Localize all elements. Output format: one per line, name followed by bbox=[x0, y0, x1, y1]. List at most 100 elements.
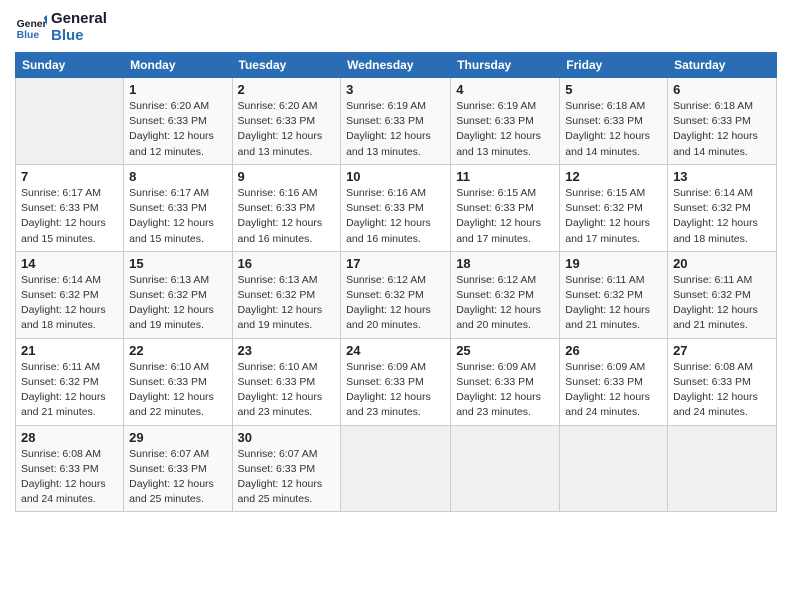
day-number: 15 bbox=[129, 256, 226, 271]
day-cell: 1 Sunrise: 6:20 AM Sunset: 6:33 PM Daylig… bbox=[124, 78, 232, 165]
logo: General Blue General Blue bbox=[15, 10, 107, 44]
day-info: Sunrise: 6:09 AM Sunset: 6:33 PM Dayligh… bbox=[565, 360, 662, 421]
day-cell: 9 Sunrise: 6:16 AM Sunset: 6:33 PM Daylig… bbox=[232, 164, 341, 251]
week-row-5: 28Sunrise: 6:08 AM Sunset: 6:33 PM Dayli… bbox=[16, 425, 777, 512]
svg-text:General: General bbox=[17, 19, 47, 30]
week-row-3: 14 Sunrise: 6:14 AM Sunset: 6:32 PM Dayli… bbox=[16, 251, 777, 338]
day-info: Sunrise: 6:09 AM Sunset: 6:33 PM Dayligh… bbox=[456, 360, 554, 421]
day-cell bbox=[16, 78, 124, 165]
day-info: Sunrise: 6:14 AM Sunset: 6:32 PM Dayligh… bbox=[673, 186, 771, 247]
day-number: 24 bbox=[346, 343, 445, 358]
day-number: 6 bbox=[673, 82, 771, 97]
day-info: Sunrise: 6:11 AM Sunset: 6:32 PM Dayligh… bbox=[565, 273, 662, 334]
day-cell: 17 Sunrise: 6:12 AM Sunset: 6:32 PM Dayli… bbox=[341, 251, 451, 338]
day-number: 8 bbox=[129, 169, 226, 184]
day-info: Sunrise: 6:17 AM Sunset: 6:33 PM Dayligh… bbox=[129, 186, 226, 247]
day-cell: 30 Sunrise: 6:07 AM Sunset: 6:33 PM Dayli… bbox=[232, 425, 341, 512]
day-info: Sunrise: 6:12 AM Sunset: 6:32 PM Dayligh… bbox=[456, 273, 554, 334]
day-number: 23 bbox=[238, 343, 336, 358]
day-number: 10 bbox=[346, 169, 445, 184]
day-info: Sunrise: 6:12 AM Sunset: 6:32 PM Dayligh… bbox=[346, 273, 445, 334]
day-cell: 7 Sunrise: 6:17 AM Sunset: 6:33 PM Daylig… bbox=[16, 164, 124, 251]
day-info: Sunrise: 6:18 AM Sunset: 6:33 PM Dayligh… bbox=[673, 99, 771, 160]
day-number: 11 bbox=[456, 169, 554, 184]
day-info: Sunrise: 6:17 AM Sunset: 6:33 PM Dayligh… bbox=[21, 186, 118, 247]
day-number: 29 bbox=[129, 430, 226, 445]
day-number: 12 bbox=[565, 169, 662, 184]
day-cell: 18 Sunrise: 6:12 AM Sunset: 6:32 PM Dayli… bbox=[451, 251, 560, 338]
day-info: Sunrise: 6:10 AM Sunset: 6:33 PM Dayligh… bbox=[238, 360, 336, 421]
day-cell bbox=[451, 425, 560, 512]
day-cell: 4Sunrise: 6:19 AM Sunset: 6:33 PM Daylig… bbox=[451, 78, 560, 165]
day-number: 14 bbox=[21, 256, 118, 271]
day-number: 25 bbox=[456, 343, 554, 358]
day-cell: 29 Sunrise: 6:07 AM Sunset: 6:33 PM Dayli… bbox=[124, 425, 232, 512]
day-info: Sunrise: 6:15 AM Sunset: 6:32 PM Dayligh… bbox=[565, 186, 662, 247]
day-number: 5 bbox=[565, 82, 662, 97]
day-info: Sunrise: 6:13 AM Sunset: 6:32 PM Dayligh… bbox=[129, 273, 226, 334]
logo-general: General bbox=[51, 10, 107, 27]
day-info: Sunrise: 6:13 AM Sunset: 6:32 PM Dayligh… bbox=[238, 273, 336, 334]
header-row: SundayMondayTuesdayWednesdayThursdayFrid… bbox=[16, 53, 777, 78]
day-info: Sunrise: 6:15 AM Sunset: 6:33 PM Dayligh… bbox=[456, 186, 554, 247]
day-number: 9 bbox=[238, 169, 336, 184]
day-number: 18 bbox=[456, 256, 554, 271]
day-cell: 25 Sunrise: 6:09 AM Sunset: 6:33 PM Dayli… bbox=[451, 338, 560, 425]
header-friday: Friday bbox=[560, 53, 668, 78]
header-tuesday: Tuesday bbox=[232, 53, 341, 78]
day-info: Sunrise: 6:19 AM Sunset: 6:33 PM Dayligh… bbox=[456, 99, 554, 160]
day-info: Sunrise: 6:07 AM Sunset: 6:33 PM Dayligh… bbox=[238, 447, 336, 508]
day-info: Sunrise: 6:11 AM Sunset: 6:32 PM Dayligh… bbox=[673, 273, 771, 334]
week-row-2: 7 Sunrise: 6:17 AM Sunset: 6:33 PM Daylig… bbox=[16, 164, 777, 251]
logo-icon: General Blue bbox=[15, 11, 47, 43]
day-number: 7 bbox=[21, 169, 118, 184]
day-cell: 21Sunrise: 6:11 AM Sunset: 6:32 PM Dayli… bbox=[16, 338, 124, 425]
day-cell: 24Sunrise: 6:09 AM Sunset: 6:33 PM Dayli… bbox=[341, 338, 451, 425]
day-number: 22 bbox=[129, 343, 226, 358]
week-row-1: 1 Sunrise: 6:20 AM Sunset: 6:33 PM Daylig… bbox=[16, 78, 777, 165]
day-cell: 26 Sunrise: 6:09 AM Sunset: 6:33 PM Dayli… bbox=[560, 338, 668, 425]
day-info: Sunrise: 6:08 AM Sunset: 6:33 PM Dayligh… bbox=[21, 447, 118, 508]
day-cell: 3Sunrise: 6:19 AM Sunset: 6:33 PM Daylig… bbox=[341, 78, 451, 165]
day-number: 16 bbox=[238, 256, 336, 271]
day-cell: 13 Sunrise: 6:14 AM Sunset: 6:32 PM Dayli… bbox=[668, 164, 777, 251]
day-number: 17 bbox=[346, 256, 445, 271]
day-info: Sunrise: 6:10 AM Sunset: 6:33 PM Dayligh… bbox=[129, 360, 226, 421]
day-cell: 6 Sunrise: 6:18 AM Sunset: 6:33 PM Daylig… bbox=[668, 78, 777, 165]
day-cell: 2Sunrise: 6:20 AM Sunset: 6:33 PM Daylig… bbox=[232, 78, 341, 165]
day-info: Sunrise: 6:18 AM Sunset: 6:33 PM Dayligh… bbox=[565, 99, 662, 160]
day-cell: 14 Sunrise: 6:14 AM Sunset: 6:32 PM Dayli… bbox=[16, 251, 124, 338]
day-number: 26 bbox=[565, 343, 662, 358]
day-info: Sunrise: 6:08 AM Sunset: 6:33 PM Dayligh… bbox=[673, 360, 771, 421]
day-info: Sunrise: 6:07 AM Sunset: 6:33 PM Dayligh… bbox=[129, 447, 226, 508]
header-thursday: Thursday bbox=[451, 53, 560, 78]
day-cell bbox=[668, 425, 777, 512]
day-info: Sunrise: 6:16 AM Sunset: 6:33 PM Dayligh… bbox=[238, 186, 336, 247]
day-cell: 16 Sunrise: 6:13 AM Sunset: 6:32 PM Dayli… bbox=[232, 251, 341, 338]
header-saturday: Saturday bbox=[668, 53, 777, 78]
calendar-table: SundayMondayTuesdayWednesdayThursdayFrid… bbox=[15, 52, 777, 512]
day-info: Sunrise: 6:20 AM Sunset: 6:33 PM Dayligh… bbox=[129, 99, 226, 160]
header-wednesday: Wednesday bbox=[341, 53, 451, 78]
day-number: 30 bbox=[238, 430, 336, 445]
day-cell: 12 Sunrise: 6:15 AM Sunset: 6:32 PM Dayli… bbox=[560, 164, 668, 251]
day-cell bbox=[560, 425, 668, 512]
day-info: Sunrise: 6:11 AM Sunset: 6:32 PM Dayligh… bbox=[21, 360, 118, 421]
day-number: 27 bbox=[673, 343, 771, 358]
day-info: Sunrise: 6:20 AM Sunset: 6:33 PM Dayligh… bbox=[238, 99, 336, 160]
week-row-4: 21Sunrise: 6:11 AM Sunset: 6:32 PM Dayli… bbox=[16, 338, 777, 425]
day-cell: 27 Sunrise: 6:08 AM Sunset: 6:33 PM Dayli… bbox=[668, 338, 777, 425]
header-monday: Monday bbox=[124, 53, 232, 78]
header: General Blue General Blue bbox=[15, 10, 777, 44]
day-number: 13 bbox=[673, 169, 771, 184]
day-info: Sunrise: 6:16 AM Sunset: 6:33 PM Dayligh… bbox=[346, 186, 445, 247]
day-number: 19 bbox=[565, 256, 662, 271]
logo-blue: Blue bbox=[51, 27, 107, 44]
day-cell: 22 Sunrise: 6:10 AM Sunset: 6:33 PM Dayli… bbox=[124, 338, 232, 425]
day-cell: 28Sunrise: 6:08 AM Sunset: 6:33 PM Dayli… bbox=[16, 425, 124, 512]
day-info: Sunrise: 6:14 AM Sunset: 6:32 PM Dayligh… bbox=[21, 273, 118, 334]
day-number: 1 bbox=[129, 82, 226, 97]
svg-text:Blue: Blue bbox=[17, 30, 40, 41]
day-cell: 5 Sunrise: 6:18 AM Sunset: 6:33 PM Daylig… bbox=[560, 78, 668, 165]
day-cell: 15 Sunrise: 6:13 AM Sunset: 6:32 PM Dayli… bbox=[124, 251, 232, 338]
